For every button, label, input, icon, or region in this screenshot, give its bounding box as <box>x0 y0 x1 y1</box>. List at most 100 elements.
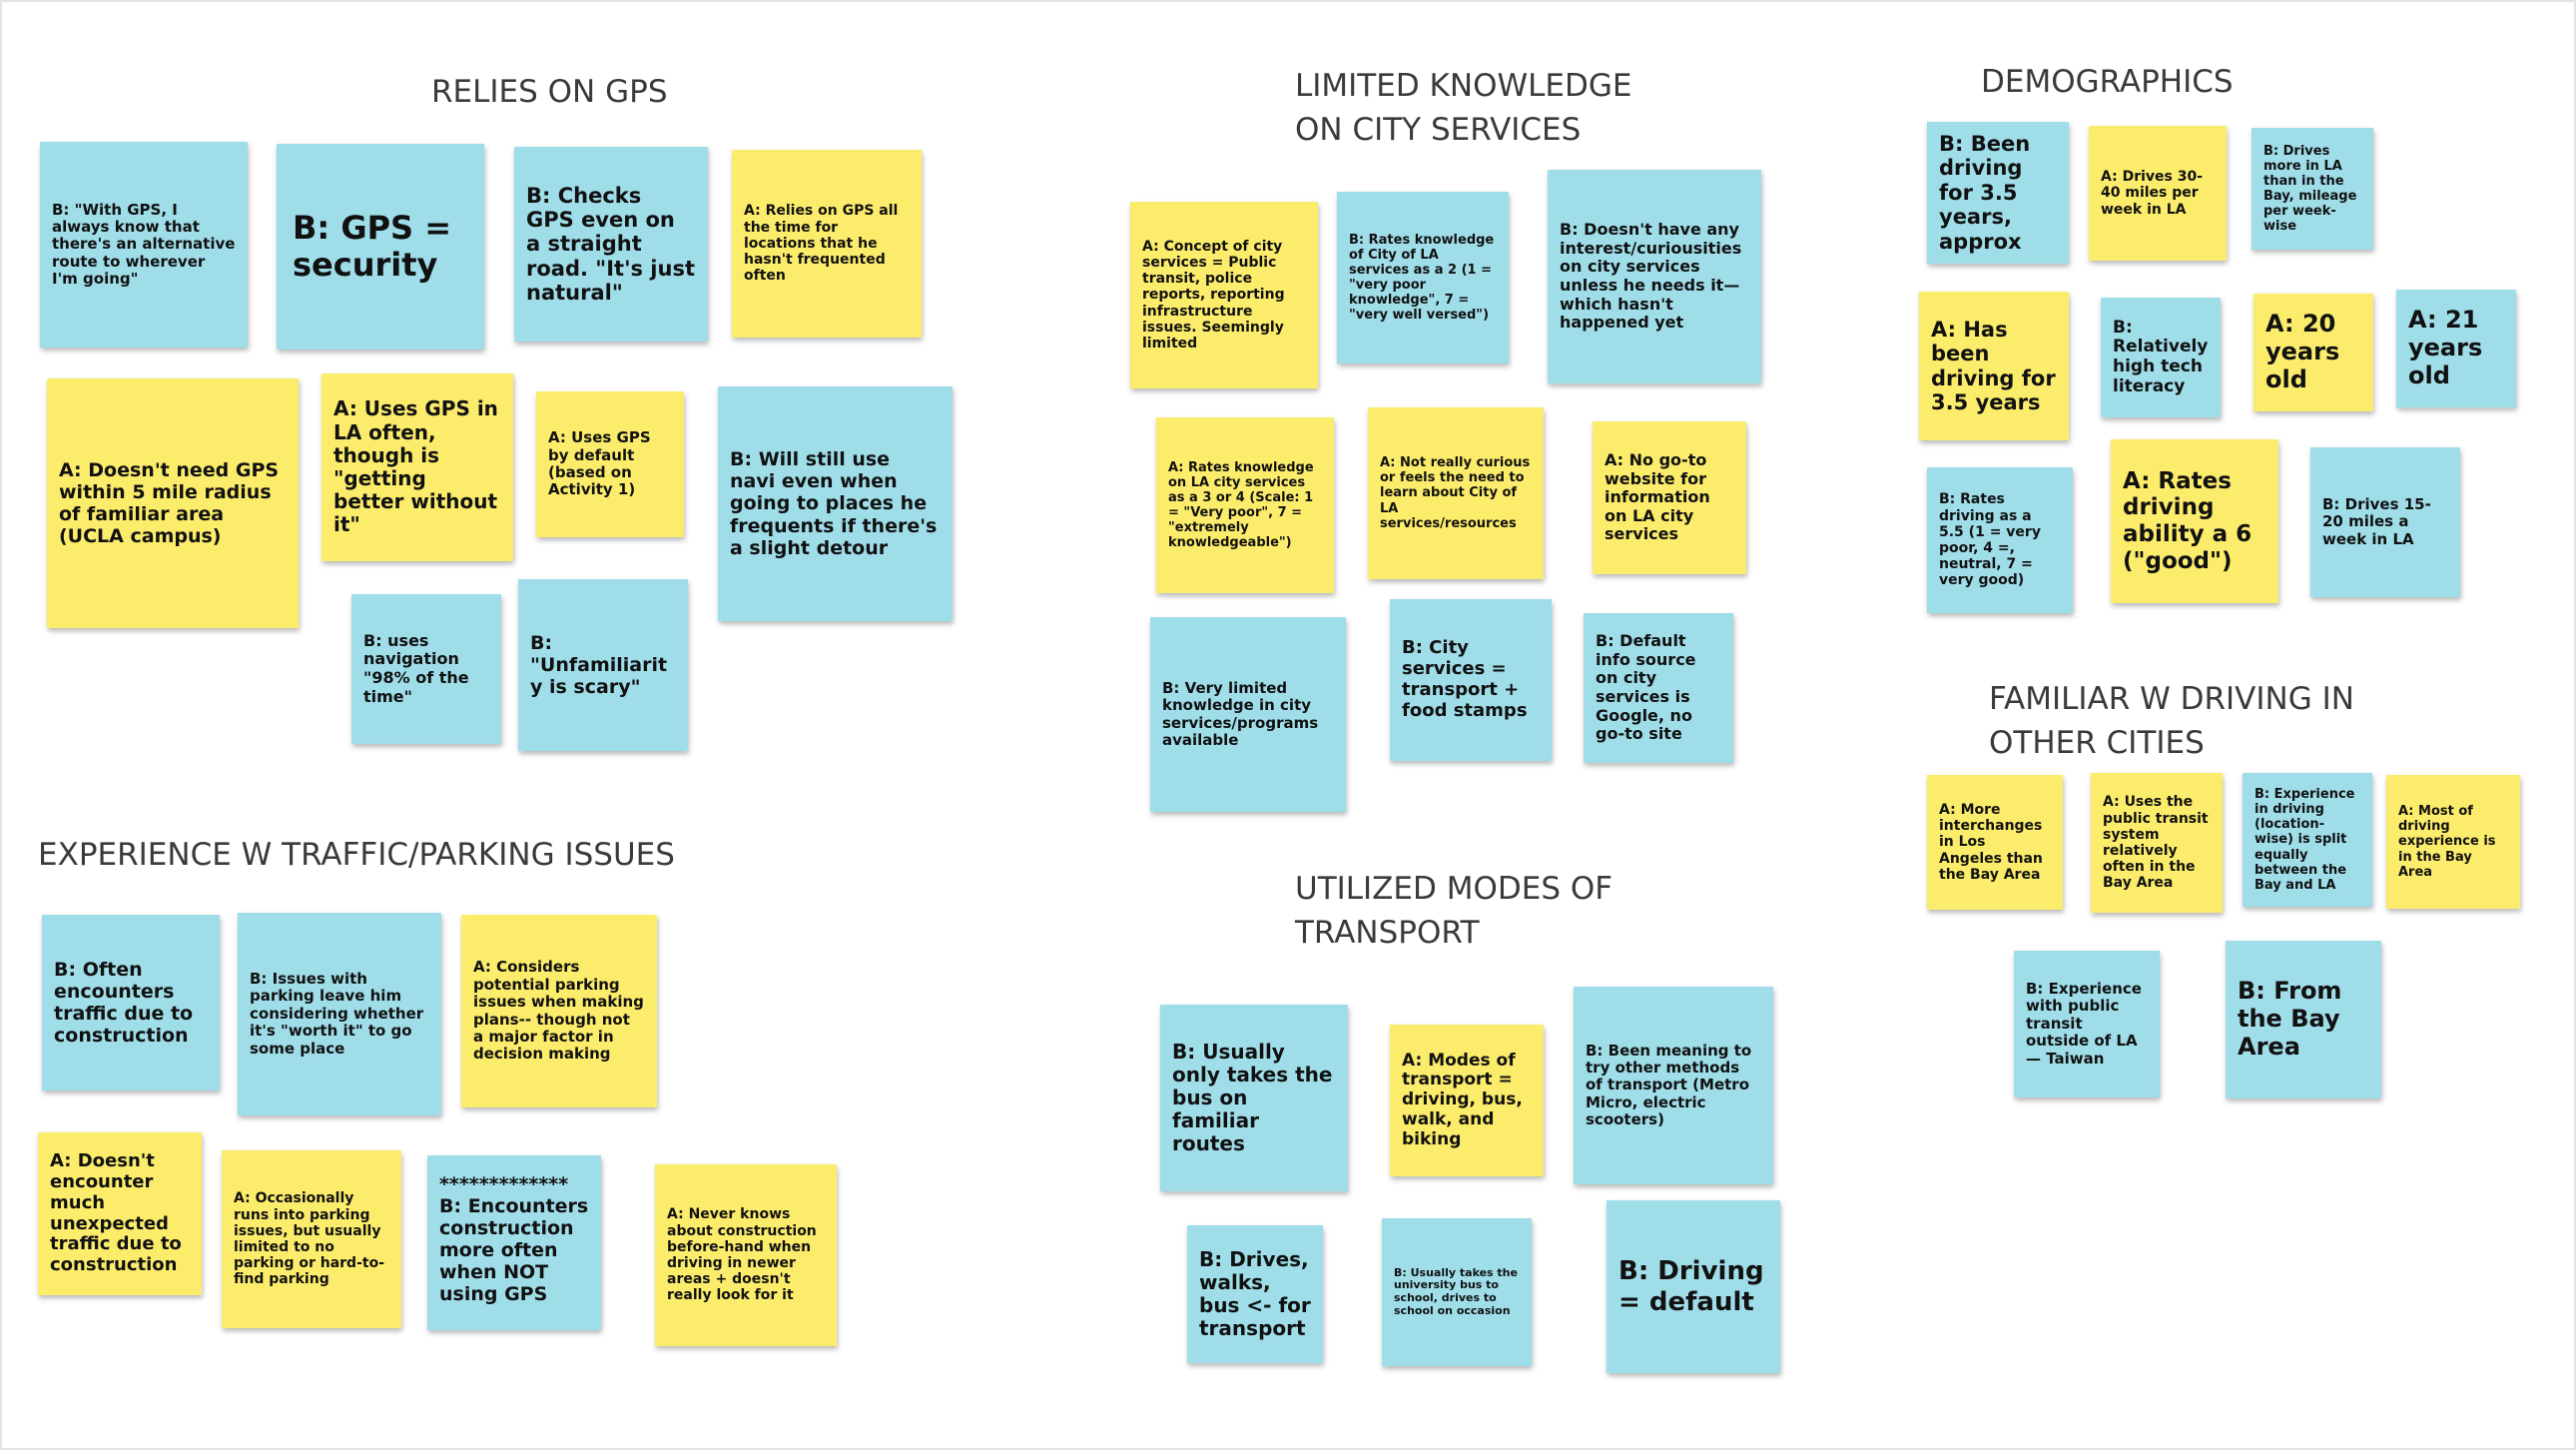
sticky-note[interactable]: B: Will still use navi even when going t… <box>718 386 953 621</box>
note-text: B: Issues with parking leave him conside… <box>250 970 424 1058</box>
sticky-note[interactable]: A: Modes of transport = driving, bus, wa… <box>1390 1025 1544 1176</box>
note-text: B: Rates knowledge of City of LA service… <box>1349 232 1495 324</box>
note-text: A: Considers potential parking issues wh… <box>473 958 644 1064</box>
sticky-note[interactable]: B: GPS = security <box>277 144 484 350</box>
sticky-note[interactable]: A: Uses the public transit system relati… <box>2091 773 2223 913</box>
note-text: B: Been meaning to try other methods of … <box>1586 1041 1752 1129</box>
sticky-note[interactable]: B: Usually takes the university bus to s… <box>1382 1218 1532 1366</box>
note-text: B: "Unfamiliarity is scary" <box>530 631 668 699</box>
note-text: B: Rates driving as a 5.5 (1 = very poor… <box>1939 491 2041 589</box>
note-text: A: More interchanges in Los Angeles than… <box>1939 801 2043 883</box>
note-text: B: Usually only takes the bus on familia… <box>1172 1039 1333 1156</box>
sticky-note[interactable]: A: 20 years old <box>2254 294 2373 411</box>
sticky-note[interactable]: B: Experience with public transit outsid… <box>2014 951 2160 1097</box>
sticky-note[interactable]: A: Doesn't encounter much unexpected tra… <box>38 1132 202 1295</box>
sticky-note[interactable]: B: Usually only takes the bus on familia… <box>1160 1005 1348 1191</box>
sticky-note[interactable]: B: Default info source on city services … <box>1584 613 1733 763</box>
sticky-note[interactable]: A: Uses GPS by default (based on Activit… <box>536 391 684 537</box>
cluster-title-demographics: DEMOGRAPHICS <box>1981 64 2234 100</box>
note-text: A: Relies on GPS all the time for locati… <box>744 203 899 285</box>
sticky-note[interactable]: B: Very limited knowledge in city servic… <box>1150 617 1346 812</box>
note-text: A: Has been driving for 3.5 years <box>1931 317 2056 414</box>
note-text: A: Uses the public transit system relati… <box>2103 794 2209 892</box>
note-text: A: Rates driving ability a 6 ("good") <box>2123 467 2253 574</box>
sticky-note[interactable]: A: Drives 30-40 miles per week in LA <box>2089 126 2227 261</box>
sticky-note[interactable]: B: Driving = default <box>1607 1200 1780 1373</box>
sticky-note[interactable]: A: 21 years old <box>2396 290 2516 407</box>
note-text: B: Very limited knowledge in city servic… <box>1162 678 1319 749</box>
sticky-note[interactable]: B: Drives 15-20 miles a week in LA <box>2310 447 2460 597</box>
note-text: B: City services = transport + food stam… <box>1402 637 1528 721</box>
note-text: B: Will still use navi even when going t… <box>730 448 938 559</box>
sticky-note[interactable]: A: Has been driving for 3.5 years <box>1919 292 2069 440</box>
sticky-note[interactable]: B: Experience in driving (location-wise)… <box>2243 773 2372 907</box>
sticky-note[interactable]: A: No go-to website for information on L… <box>1593 421 1746 574</box>
note-text: B: Drives more in LA than in the Bay, mi… <box>2263 143 2357 235</box>
note-text: A: Most of driving experience is in the … <box>2398 804 2496 880</box>
cluster-title-limited-knowledge: LIMITED KNOWLEDGE ON CITY SERVICES <box>1295 68 1632 148</box>
note-text: A: No go-to website for information on L… <box>1605 450 1710 544</box>
sticky-note[interactable]: B: From the Bay Area <box>2226 941 2381 1098</box>
note-text: A: Never knows about construction before… <box>667 1206 817 1304</box>
note-text: A: 20 years old <box>2265 310 2340 393</box>
sticky-note[interactable]: B: Rates driving as a 5.5 (1 = very poor… <box>1927 467 2073 613</box>
cluster-title-modes-of-transport: UTILIZED MODES OF TRANSPORT <box>1295 871 1613 951</box>
note-text: B: Drives 15-20 miles a week in LA <box>2322 494 2431 548</box>
note-text: ************* B: Encounters construction… <box>439 1173 589 1306</box>
note-text: B: Usually takes the university bus to s… <box>1394 1265 1518 1317</box>
note-text: A: Drives 30-40 miles per week in LA <box>2101 169 2204 218</box>
sticky-note[interactable]: B: Drives more in LA than in the Bay, mi… <box>2252 128 2373 250</box>
sticky-note[interactable]: A: Most of driving experience is in the … <box>2386 775 2520 909</box>
note-text: A: Uses GPS in LA often, though is "gett… <box>333 396 498 537</box>
note-text: B: GPS = security <box>293 208 452 284</box>
sticky-note[interactable]: A: Rates driving ability a 6 ("good") <box>2111 439 2278 603</box>
sticky-note[interactable]: A: Concept of city services = Public tra… <box>1130 202 1318 388</box>
sticky-note[interactable]: B: Been meaning to try other methods of … <box>1574 987 1773 1184</box>
note-text: B: Checks GPS even on a straight road. "… <box>526 183 695 306</box>
sticky-note[interactable]: A: Rates knowledge on LA city services a… <box>1156 417 1334 593</box>
cluster-title-relies-on-gps: RELIES ON GPS <box>431 74 668 110</box>
sticky-note[interactable]: A: Doesn't need GPS within 5 mile radius… <box>47 378 299 628</box>
sticky-note[interactable]: B: "With GPS, I always know that there's… <box>40 142 248 348</box>
note-text: A: 21 years old <box>2408 306 2483 389</box>
note-text: B: Driving = default <box>1618 1256 1764 1317</box>
sticky-note[interactable]: A: Not really curious or feels the need … <box>1368 407 1544 579</box>
note-text: B: From the Bay Area <box>2238 977 2342 1061</box>
note-text: A: Doesn't need GPS within 5 mile radius… <box>59 458 280 548</box>
note-text: B: Default info source on city services … <box>1596 631 1696 744</box>
note-text: A: Concept of city services = Public tra… <box>1142 238 1285 353</box>
note-text: A: Doesn't encounter much unexpected tra… <box>50 1149 182 1276</box>
sticky-note[interactable]: B: City services = transport + food stam… <box>1390 599 1552 761</box>
note-text: A: Rates knowledge on LA city services a… <box>1168 459 1314 551</box>
note-text: B: Doesn't have any interest/curiousitie… <box>1560 220 1742 333</box>
sticky-note[interactable]: B: Been driving for 3.5 years, approx <box>1927 122 2069 264</box>
note-text: B: "With GPS, I always know that there's… <box>52 200 236 289</box>
note-text: B: uses navigation "98% of the time" <box>363 630 469 706</box>
note-text: B: Experience in driving (location-wise)… <box>2254 787 2355 893</box>
note-text: B: Relatively high tech literacy <box>2113 317 2209 396</box>
sticky-note[interactable]: A: Occasionally runs into parking issues… <box>222 1150 401 1328</box>
sticky-note[interactable]: B: uses navigation "98% of the time" <box>351 594 501 744</box>
note-text: B: Been driving for 3.5 years, approx <box>1939 132 2031 254</box>
sticky-note[interactable]: ************* B: Encounters construction… <box>427 1155 601 1330</box>
sticky-note[interactable]: B: Drives, walks, bus <- for transport <box>1187 1225 1323 1363</box>
sticky-note[interactable]: A: More interchanges in Los Angeles than… <box>1927 775 2063 910</box>
sticky-note[interactable]: B: Doesn't have any interest/curiousitie… <box>1548 170 1761 383</box>
note-text: A: Modes of transport = driving, bus, wa… <box>1402 1050 1523 1149</box>
cluster-title-traffic-parking: EXPERIENCE W TRAFFIC/PARKING ISSUES <box>38 837 675 873</box>
whiteboard-canvas[interactable]: RELIES ON GPS B: "With GPS, I always kno… <box>0 0 2576 1450</box>
note-text: B: Often encounters traffic due to const… <box>54 958 194 1048</box>
sticky-note[interactable]: B: "Unfamiliarity is scary" <box>518 579 688 751</box>
sticky-note[interactable]: A: Relies on GPS all the time for locati… <box>732 150 922 338</box>
note-text: B: Experience with public transit outsid… <box>2026 980 2142 1068</box>
sticky-note[interactable]: B: Relatively high tech literacy <box>2101 298 2221 417</box>
sticky-note[interactable]: A: Uses GPS in LA often, though is "gett… <box>322 373 513 561</box>
sticky-note[interactable]: B: Checks GPS even on a straight road. "… <box>514 147 708 342</box>
note-text: B: Drives, walks, bus <- for transport <box>1199 1246 1311 1341</box>
sticky-note[interactable]: B: Often encounters traffic due to const… <box>42 915 220 1090</box>
sticky-note[interactable]: A: Considers potential parking issues wh… <box>461 915 657 1107</box>
sticky-note[interactable]: B: Issues with parking leave him conside… <box>238 913 441 1115</box>
note-text: A: Uses GPS by default (based on Activit… <box>548 428 651 499</box>
sticky-note[interactable]: B: Rates knowledge of City of LA service… <box>1337 192 1509 363</box>
sticky-note[interactable]: A: Never knows about construction before… <box>655 1164 837 1346</box>
